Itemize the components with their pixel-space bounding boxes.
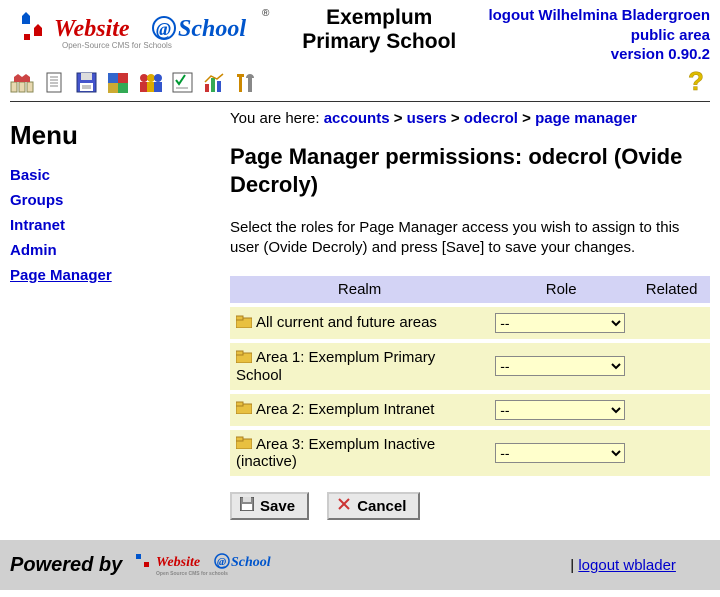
public-area-link[interactable]: public area <box>631 27 710 44</box>
sidebar-item-page-manager[interactable]: Page Manager <box>10 267 112 284</box>
sidebar-item-admin[interactable]: Admin <box>10 242 57 259</box>
footer-logout-link[interactable]: logout wblader <box>578 557 676 574</box>
school-name-1: Exemplum <box>270 6 488 30</box>
breadcrumb-page-manager[interactable]: page manager <box>535 110 637 127</box>
save-disk-icon <box>240 497 254 515</box>
menu-title: Menu <box>10 120 220 151</box>
sidebar-item-intranet[interactable]: Intranet <box>10 217 65 234</box>
th-related: Related <box>633 276 710 305</box>
page-description: Select the roles for Page Manager access… <box>230 218 710 259</box>
cancel-button[interactable]: Cancel <box>327 492 420 520</box>
realm-label: Area 3: Exemplum Inactive (inactive) <box>236 436 435 471</box>
svg-text:®: ® <box>262 8 270 19</box>
sidebar-item-groups[interactable]: Groups <box>10 192 63 209</box>
breadcrumb: You are here: accounts > users > odecrol… <box>230 110 710 127</box>
svg-text:Open-Source CMS for Schools: Open-Source CMS for Schools <box>62 41 172 50</box>
folder-icon <box>236 315 252 332</box>
realm-label: All current and future areas <box>256 314 437 331</box>
th-realm: Realm <box>230 276 489 305</box>
svg-text:Open Source CMS for schools: Open Source CMS for schools <box>156 571 228 577</box>
role-select[interactable]: -- <box>495 400 625 420</box>
footer: Powered by Website @ School Open Source … <box>0 540 720 590</box>
folder-icon <box>236 436 252 453</box>
folder-icon <box>236 350 252 367</box>
svg-text:Website: Website <box>54 16 130 42</box>
svg-text:@: @ <box>156 19 171 39</box>
svg-text:Website: Website <box>156 555 200 570</box>
svg-text:@: @ <box>217 556 226 568</box>
table-row: Area 1: Exemplum Primary School -- <box>230 341 710 392</box>
cancel-x-icon <box>337 497 351 515</box>
puzzle-icon[interactable] <box>106 71 132 95</box>
breadcrumb-odecrol[interactable]: odecrol <box>464 110 518 127</box>
logo: Website @ School ® Open-Source CMS for S… <box>10 6 270 62</box>
document-icon[interactable] <box>42 71 68 95</box>
people-icon[interactable] <box>138 71 164 95</box>
table-row: Area 2: Exemplum Intranet -- <box>230 392 710 428</box>
powered-by-label: Powered by <box>10 554 122 577</box>
permissions-table: Realm Role Related All current and futur… <box>230 276 710 476</box>
role-select[interactable]: -- <box>495 356 625 376</box>
breadcrumb-prefix: You are here: <box>230 110 324 127</box>
realm-label: Area 2: Exemplum Intranet <box>256 401 434 418</box>
breadcrumb-users[interactable]: users <box>407 110 447 127</box>
page-title: Page Manager permissions: odecrol (Ovide… <box>230 143 710 200</box>
tools-icon[interactable] <box>234 71 260 95</box>
role-select[interactable]: -- <box>495 443 625 463</box>
school-name-2: Primary School <box>270 30 488 54</box>
table-row: Area 3: Exemplum Inactive (inactive) -- <box>230 428 710 477</box>
realm-label: Area 1: Exemplum Primary School <box>236 349 435 384</box>
breadcrumb-accounts[interactable]: accounts <box>324 110 390 127</box>
save-label: Save <box>260 498 295 515</box>
sidebar: Menu Basic Groups Intranet Admin Page Ma… <box>10 110 220 521</box>
save-disk-icon[interactable] <box>74 71 100 95</box>
toolbar: ? <box>0 69 720 101</box>
svg-text:?: ? <box>688 70 704 96</box>
logout-link[interactable]: logout Wilhelmina Bladergroen <box>488 7 710 24</box>
th-role: Role <box>489 276 633 305</box>
cancel-label: Cancel <box>357 498 406 515</box>
footer-logo: Website @ School Open Source CMS for sch… <box>130 548 290 582</box>
checklist-icon[interactable] <box>170 71 196 95</box>
help-icon[interactable]: ? <box>684 71 710 95</box>
table-row: All current and future areas -- <box>230 305 710 341</box>
svg-text:School: School <box>231 555 271 570</box>
home-icon[interactable] <box>10 71 36 95</box>
stats-icon[interactable] <box>202 71 228 95</box>
version-link[interactable]: version 0.90.2 <box>611 46 710 63</box>
svg-text:School: School <box>178 16 246 42</box>
folder-icon <box>236 401 252 418</box>
save-button[interactable]: Save <box>230 492 309 520</box>
sidebar-item-basic[interactable]: Basic <box>10 167 50 184</box>
role-select[interactable]: -- <box>495 313 625 333</box>
